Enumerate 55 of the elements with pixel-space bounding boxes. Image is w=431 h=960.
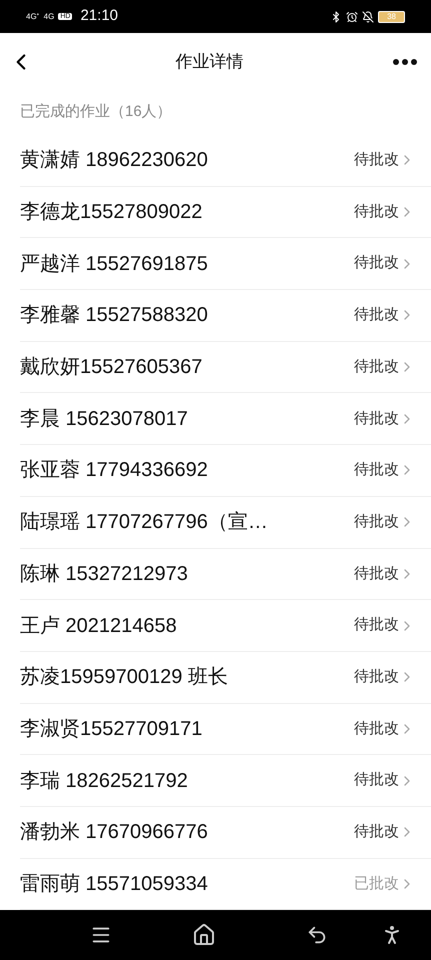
student-name: 严越洋 15527691875 [20, 252, 209, 277]
student-name: 李晨 15623078017 [20, 406, 189, 432]
student-name: 陆璟瑶 17707267796（宣… [20, 510, 269, 536]
student-name: 李雅馨 15527588320 [20, 303, 209, 328]
student-name: 苏凌15959700129 班长 [20, 665, 229, 690]
grading-status: 待批改 [354, 202, 399, 222]
more-icon [393, 58, 417, 64]
grading-status: 待批改 [354, 512, 399, 532]
student-row[interactable]: 李雅馨 15527588320 待批改 [20, 290, 431, 342]
student-row[interactable]: 陈琳 15327212973 待批改 [20, 548, 431, 600]
student-name: 黄潇婧 18962230620 [20, 148, 209, 174]
student-name: 张亚蓉 17794336692 [20, 458, 209, 484]
grading-status: 已批改 [354, 874, 399, 894]
grading-status: 待批改 [354, 770, 399, 790]
student-row[interactable]: 黄潇婧 18962230620 待批改 [20, 135, 431, 187]
alarm-icon [346, 10, 358, 22]
signal-label: 4G⁺ [26, 12, 40, 20]
grading-status: 待批改 [354, 564, 399, 584]
student-row[interactable]: 李德龙15527809022 待批改 [20, 186, 431, 238]
grading-status: 待批改 [354, 666, 399, 687]
student-row[interactable]: 苏凌15959700129 班长 待批改 [20, 652, 431, 704]
student-row[interactable]: 李晨 15623078017 待批改 [20, 393, 431, 446]
back-icon[interactable] [306, 924, 328, 946]
grading-status: 待批改 [354, 460, 399, 480]
student-name: 潘勃米 17670966776 [20, 820, 209, 846]
student-name: 李德龙15527809022 [20, 200, 204, 226]
grading-status: 待批改 [354, 408, 399, 429]
student-row[interactable]: 张亚蓉 17794336692 待批改 [20, 445, 431, 497]
student-name: 李瑞 18262521792 [20, 768, 189, 794]
battery-indicator: 38 [378, 10, 405, 22]
grading-status: 待批改 [354, 718, 399, 739]
signal-label: 4G [44, 12, 54, 20]
student-name: 陈琳 15327212973 [20, 562, 189, 587]
grading-status: 待批改 [354, 305, 399, 326]
student-name: 王卢 2021214658 [20, 614, 178, 639]
student-row[interactable]: 王卢 2021214658 待批改 [20, 600, 431, 652]
student-row[interactable]: 严越洋 15527691875 待批改 [20, 238, 431, 290]
student-row[interactable]: 陆璟瑶 17707267796（宣… 待批改 [20, 496, 431, 548]
page-title: 作业详情 [174, 50, 244, 73]
student-name: 李淑贤15527709171 [20, 716, 204, 742]
student-row[interactable]: 李淑贤15527709171 待批改 [20, 704, 431, 756]
section-title: 已完成的作业（16人） [19, 102, 173, 122]
home-icon[interactable] [192, 923, 216, 948]
grading-status: 待批改 [354, 822, 399, 842]
grading-status: 待批改 [354, 615, 399, 636]
student-name: 雷雨萌 15571059334 [20, 872, 209, 897]
student-name: 戴欣妍15527605367 [20, 355, 204, 380]
grading-status: 待批改 [354, 356, 399, 377]
bell-off-icon [362, 10, 374, 22]
student-row[interactable]: 潘勃米 17670966776 待批改 [20, 806, 431, 859]
grading-status: 待批改 [354, 150, 399, 170]
grading-status: 待批改 [354, 253, 399, 274]
clock-time: 21:10 [80, 6, 118, 26]
student-row[interactable]: 戴欣妍15527605367 待批改 [20, 342, 431, 394]
student-row[interactable]: 李瑞 18262521792 待批改 [20, 755, 431, 807]
